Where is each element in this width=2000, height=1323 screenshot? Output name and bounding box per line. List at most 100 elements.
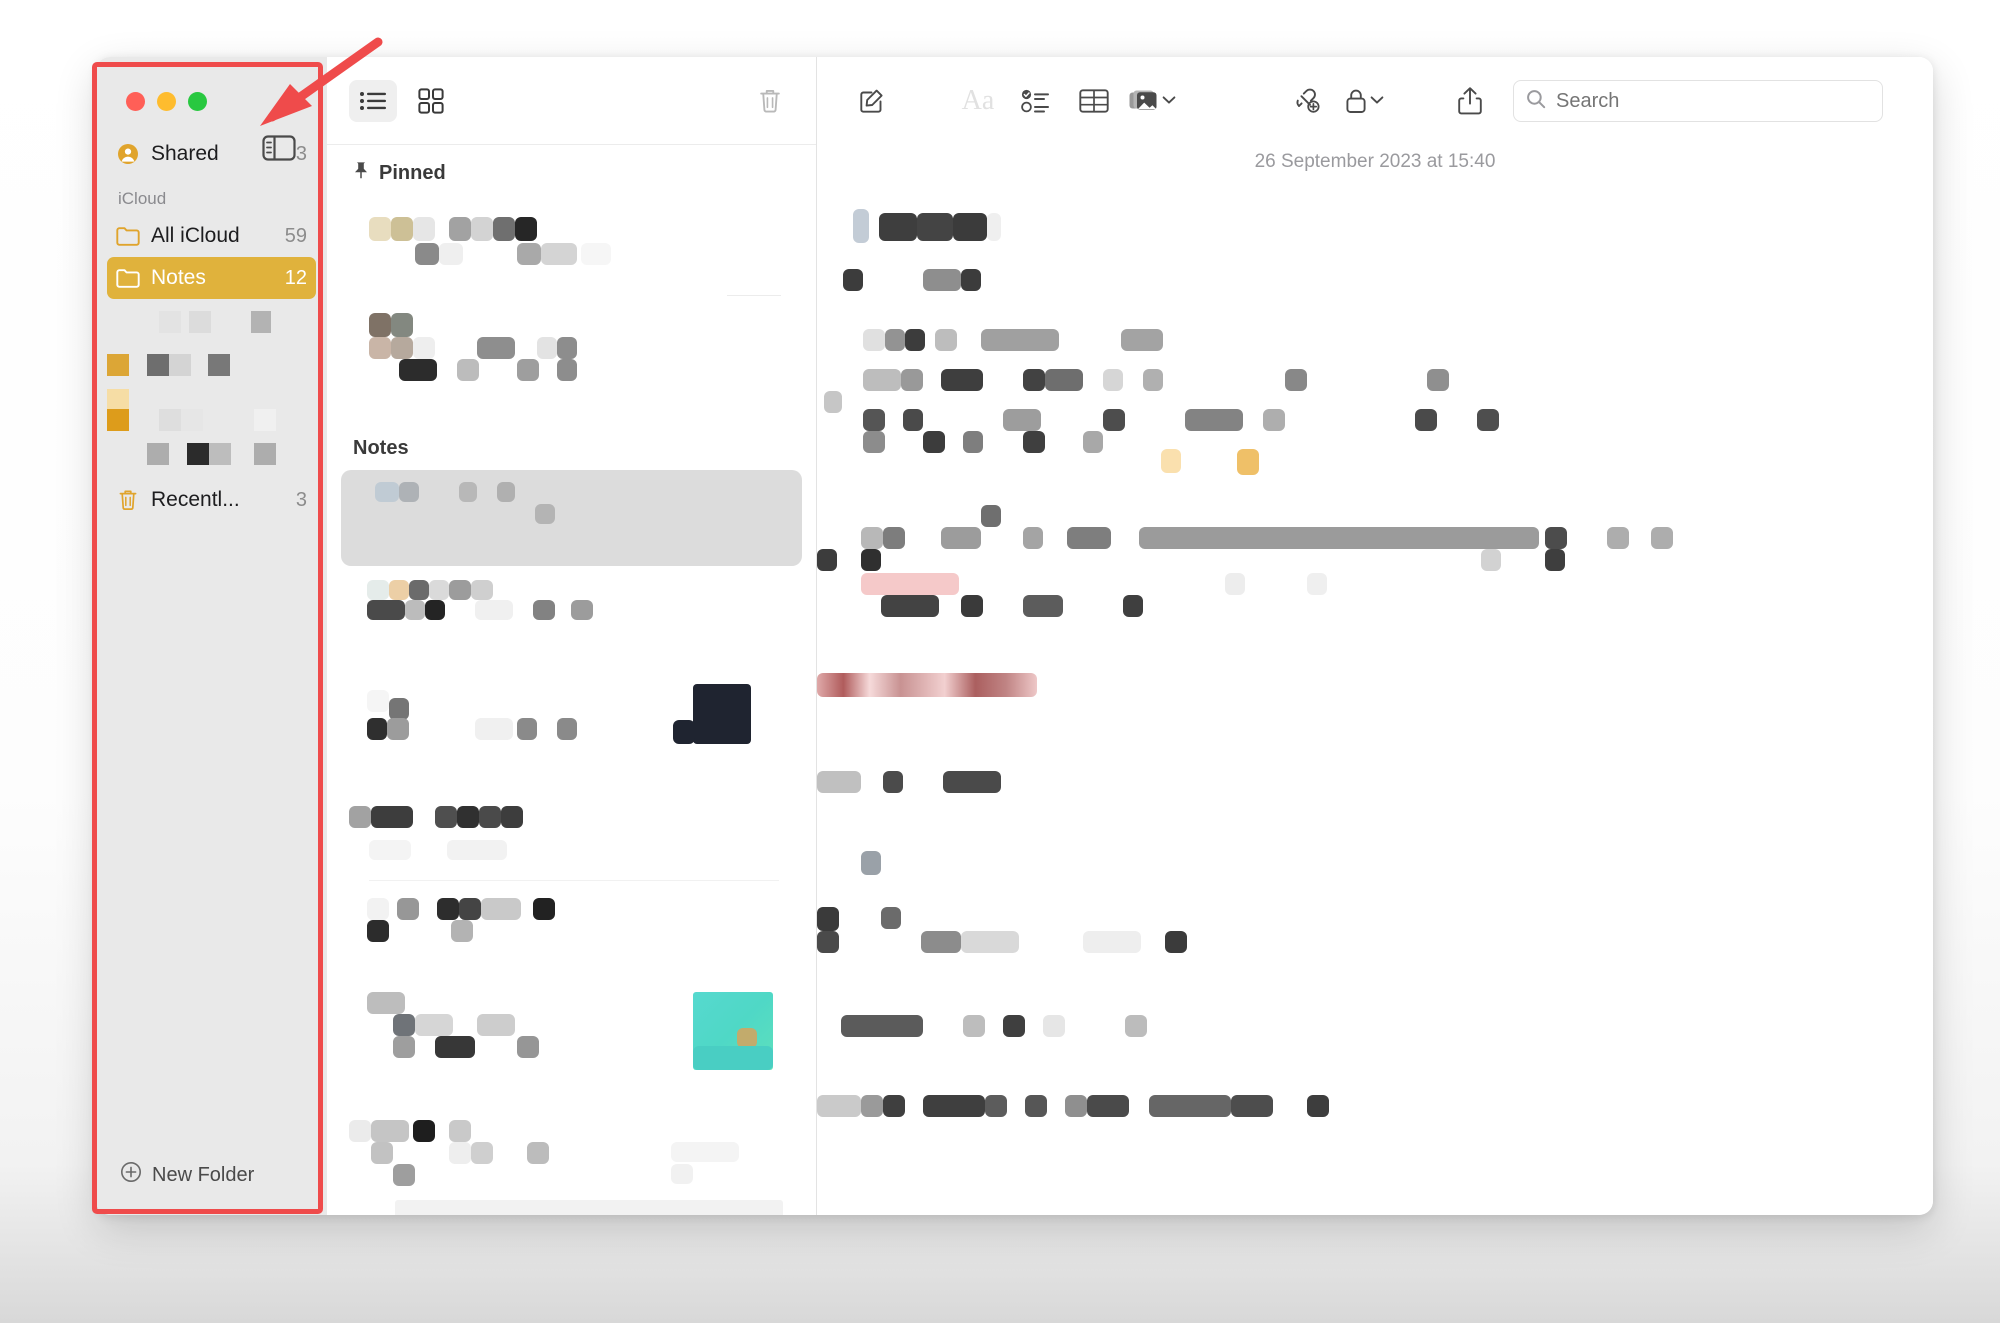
- redacted-block: [449, 217, 471, 241]
- sidebar-item-count: 59: [284, 224, 307, 247]
- note-list-item[interactable]: [341, 299, 802, 419]
- redacted-block: [415, 1014, 453, 1036]
- new-folder-button[interactable]: New Folder: [96, 1161, 327, 1215]
- redacted-block: [209, 443, 231, 465]
- redacted-block: [367, 580, 389, 600]
- redacted-block: [533, 600, 555, 620]
- link-add-button[interactable]: [1279, 79, 1333, 123]
- sidebar-toggle-button[interactable]: [262, 135, 296, 161]
- list-view-button[interactable]: [349, 79, 397, 122]
- redacted-block: [527, 1142, 549, 1164]
- plus-circle-icon: [120, 1161, 142, 1189]
- redacted-block: [393, 1164, 415, 1186]
- redacted-block: [1263, 409, 1285, 431]
- section-header-label: Notes: [353, 437, 409, 459]
- table-button[interactable]: [1067, 79, 1121, 123]
- redacted-block: [921, 931, 961, 953]
- redacted-block: [371, 1120, 409, 1142]
- redacted-block: [1651, 527, 1673, 549]
- sidebar-item-notes[interactable]: Notes 12: [107, 257, 316, 299]
- redacted-block: [493, 217, 515, 241]
- redacted-block: [1225, 573, 1245, 595]
- redacted-block: [981, 329, 1059, 351]
- window-traffic-lights: [96, 57, 327, 119]
- redacted-block: [147, 354, 169, 376]
- format-button[interactable]: Aa: [951, 79, 1005, 123]
- note-list-item[interactable]: [341, 884, 802, 984]
- checklist-button[interactable]: [1009, 79, 1063, 123]
- redacted-block: [963, 1015, 985, 1037]
- note-list-item[interactable]: [341, 794, 802, 884]
- redacted-block: [1123, 595, 1143, 617]
- note-list-item[interactable]: [341, 1114, 802, 1215]
- sidebar-item-redacted-3[interactable]: [107, 387, 316, 431]
- redacted-block: [985, 1095, 1007, 1117]
- redacted-block: [923, 269, 961, 291]
- redacted-block: [941, 369, 983, 391]
- redacted-block: [369, 337, 391, 359]
- redacted-block: [369, 217, 391, 241]
- search-field[interactable]: [1513, 80, 1883, 122]
- note-list-item[interactable]: [341, 195, 802, 299]
- compose-note-button[interactable]: [845, 79, 899, 123]
- redacted-block: [1185, 409, 1243, 431]
- redacted-block: [535, 504, 555, 524]
- sidebar-item-label: Recentl...: [151, 488, 240, 511]
- sidebar-item-all-icloud[interactable]: All iCloud 59: [107, 215, 316, 257]
- gallery-view-button[interactable]: [407, 80, 455, 122]
- redacted-block: [1045, 369, 1083, 391]
- lock-button[interactable]: [1337, 79, 1391, 123]
- chevron-down-icon: [1162, 92, 1176, 110]
- delete-note-button[interactable]: [746, 80, 794, 122]
- redacted-block: [961, 595, 983, 617]
- redacted-block: [841, 1015, 923, 1037]
- note-timestamp: 26 September 2023 at 15:40: [1254, 151, 1496, 172]
- redacted-block: [671, 1164, 693, 1184]
- redacted-block: [901, 369, 923, 391]
- redacted-block: [953, 213, 987, 241]
- redacted-block: [477, 337, 515, 359]
- redacted-block: [817, 549, 837, 571]
- note-list-toolbar: [327, 57, 816, 145]
- redacted-block: [1143, 369, 1163, 391]
- redacted-block: [1067, 527, 1111, 549]
- note-list-item-selected[interactable]: [341, 470, 802, 566]
- zoom-button[interactable]: [188, 91, 207, 111]
- close-button[interactable]: [126, 91, 145, 111]
- search-input[interactable]: [1556, 89, 1870, 113]
- redacted-block: [413, 1120, 435, 1142]
- sidebar-item-recently-deleted[interactable]: Recentl... 3: [107, 479, 316, 521]
- note-list-item[interactable]: [341, 676, 802, 794]
- sidebar-item-redacted-1[interactable]: [107, 299, 316, 343]
- note-list-item[interactable]: [341, 566, 802, 676]
- note-body[interactable]: [817, 191, 1933, 1215]
- sidebar-item-redacted-2[interactable]: [107, 343, 316, 387]
- media-button[interactable]: [1125, 79, 1179, 123]
- sidebar-item-redacted-4[interactable]: [107, 431, 316, 475]
- sidebar-item-label: Notes: [151, 266, 206, 289]
- redacted-block: [905, 329, 925, 351]
- note-thumbnail-dark: [673, 720, 695, 744]
- minimize-button[interactable]: [157, 91, 176, 111]
- redacted-block: [169, 354, 191, 376]
- redacted-block: [1285, 369, 1307, 391]
- redacted-block: [671, 1142, 739, 1162]
- share-button[interactable]: [1443, 79, 1497, 123]
- redacted-block: [1103, 369, 1123, 391]
- redacted-block: [557, 718, 577, 740]
- aa-format-icon: Aa: [961, 85, 995, 116]
- redacted-block: [459, 482, 477, 502]
- redacted-block: [393, 1014, 415, 1036]
- redacted-block: [883, 527, 905, 549]
- note-editor-panel: Aa Search 26 September 2023 at 15:40: [817, 57, 1933, 1215]
- redacted-block: [481, 898, 521, 920]
- redacted-block: [393, 1036, 415, 1058]
- redacted-block: [477, 1014, 515, 1036]
- note-list-scroll[interactable]: Pinned Notes: [327, 145, 816, 1215]
- redacted-block: [251, 311, 271, 333]
- redacted-block: [863, 431, 885, 453]
- redacted-block: [861, 527, 883, 549]
- redacted-block: [935, 329, 957, 351]
- redacted-block: [447, 840, 507, 860]
- note-list-item[interactable]: [341, 984, 802, 1114]
